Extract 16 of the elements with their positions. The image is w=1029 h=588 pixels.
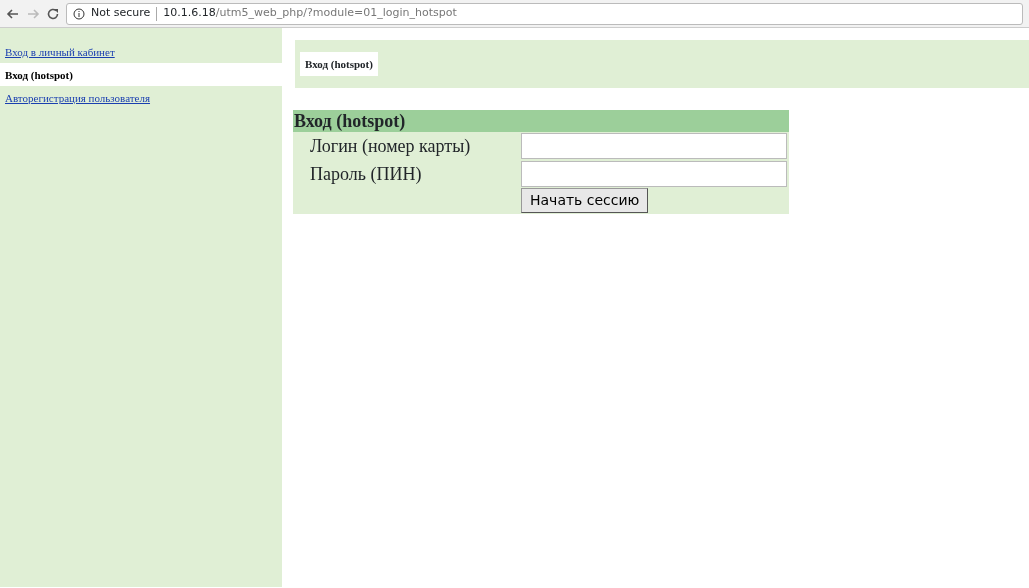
sidebar-link[interactable]: Авторегистрация пользователя — [0, 86, 282, 109]
input-field[interactable] — [521, 133, 787, 159]
field-label: Пароль (ПИН) — [309, 162, 423, 186]
info-icon[interactable] — [73, 7, 85, 20]
form-header: Вход (hotspot) — [293, 110, 789, 132]
submit-button[interactable]: Начать сессию — [521, 188, 649, 213]
address-bar[interactable]: Not secure 10.1.6.18/utm5_web_php/?module=01_login_hotspot — [66, 2, 1023, 25]
url-text: 10.1.6.18/utm5_web_php/?module=01_login_hotspot — [163, 5, 457, 22]
sidebar-item[interactable]: Вход (hotspot) — [0, 63, 282, 86]
input-field[interactable] — [521, 161, 787, 187]
page-tab[interactable]: Вход (hotspot) — [300, 51, 378, 77]
sidebar-link[interactable]: Вход в личный кабинет — [0, 40, 282, 63]
security-label: Not secure — [91, 5, 151, 22]
field-label: Логин (номер карты) — [309, 134, 472, 158]
back-icon[interactable] — [6, 6, 20, 21]
reload-icon[interactable] — [46, 6, 60, 21]
